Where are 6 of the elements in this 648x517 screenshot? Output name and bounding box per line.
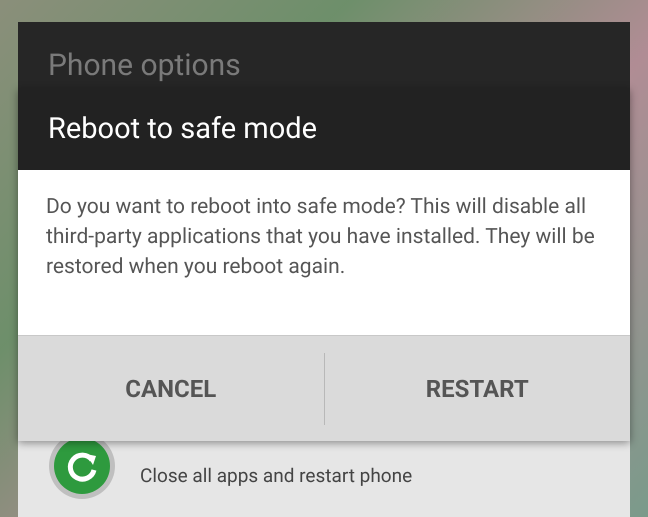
restart-button[interactable]: RESTART — [324, 336, 630, 441]
menu-item-subtitle: Close all apps and restart phone — [140, 464, 412, 487]
dialog-message: Do you want to reboot into safe mode? This will disable all third-party applications that you have installed. They will be restored when you reboot again. — [45, 194, 596, 281]
dialog-title: Reboot to safe mode — [48, 112, 317, 146]
dialog-title: Phone options — [48, 48, 241, 83]
cancel-button[interactable]: CANCEL — [18, 336, 324, 441]
